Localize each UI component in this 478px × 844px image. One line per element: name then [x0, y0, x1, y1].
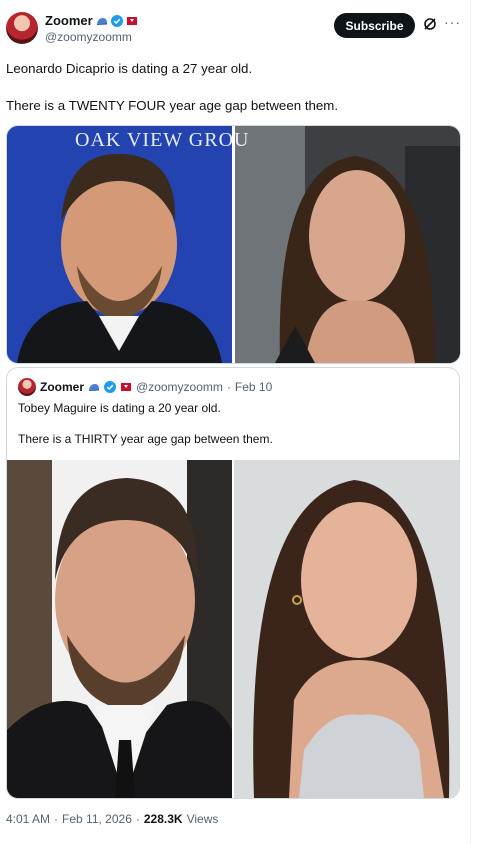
quote-handle[interactable]: @zoomyzoomm — [136, 380, 223, 394]
quote-author-row: Zoomer @zoomyzoomm · Feb 10 — [18, 378, 272, 396]
verified-badge-icon — [110, 14, 123, 27]
quote-tweet[interactable]: Zoomer @zoomyzoomm · Feb 10 Tobey Maguir… — [6, 367, 460, 799]
column-divider — [470, 0, 471, 844]
verified-badge-icon — [104, 381, 117, 393]
quote-display-name[interactable]: Zoomer — [40, 380, 84, 394]
quote-text-line-2: There is a THIRTY year age gap between t… — [18, 432, 273, 446]
photo-leonardo[interactable]: OAK VIEW GROU — [7, 126, 248, 363]
photo-tobey[interactable] — [7, 460, 232, 798]
blue-cap-icon — [88, 381, 100, 393]
quote-text-line-1: Tobey Maguire is dating a 20 year old. — [18, 401, 221, 415]
subscribe-button[interactable]: Subscribe — [334, 13, 415, 38]
tweet-footer: 4:01 AM · Feb 11, 2026 · 228.3K Views — [6, 812, 218, 826]
more-icon[interactable]: ··· — [444, 14, 461, 30]
quote-media[interactable] — [7, 460, 459, 798]
photo-girlfriend-1[interactable] — [235, 126, 460, 363]
avatar[interactable] — [6, 12, 38, 44]
views-count: 228.3K — [143, 812, 183, 826]
author-block: Zoomer @zoomyzoomm — [45, 13, 138, 44]
background-sign-text: OAK VIEW GROU — [75, 129, 250, 151]
tweet-text-line-1: Leonardo Dicaprio is dating a 27 year ol… — [6, 61, 253, 76]
red-flag-icon — [120, 381, 132, 393]
red-flag-icon — [126, 15, 138, 27]
post-time[interactable]: 4:01 AM — [6, 812, 50, 826]
footer-separator-2: · — [135, 812, 140, 826]
footer-separator-1: · — [54, 812, 59, 826]
tweet-media[interactable]: OAK VIEW GROU — [6, 125, 461, 364]
quote-date[interactable]: Feb 10 — [235, 380, 272, 394]
display-name[interactable]: Zoomer — [45, 13, 93, 28]
blue-cap-icon — [96, 15, 108, 27]
handle[interactable]: @zoomyzoomm — [45, 30, 138, 44]
views-label: Views — [186, 812, 219, 826]
quote-separator: · — [226, 380, 231, 394]
post-date[interactable]: Feb 11, 2026 — [62, 812, 132, 826]
tweet-text-line-2: There is a TWENTY FOUR year age gap betw… — [6, 98, 339, 113]
photo-girlfriend-2[interactable] — [234, 460, 459, 798]
grok-icon[interactable] — [423, 17, 437, 36]
quote-avatar[interactable] — [18, 378, 36, 396]
